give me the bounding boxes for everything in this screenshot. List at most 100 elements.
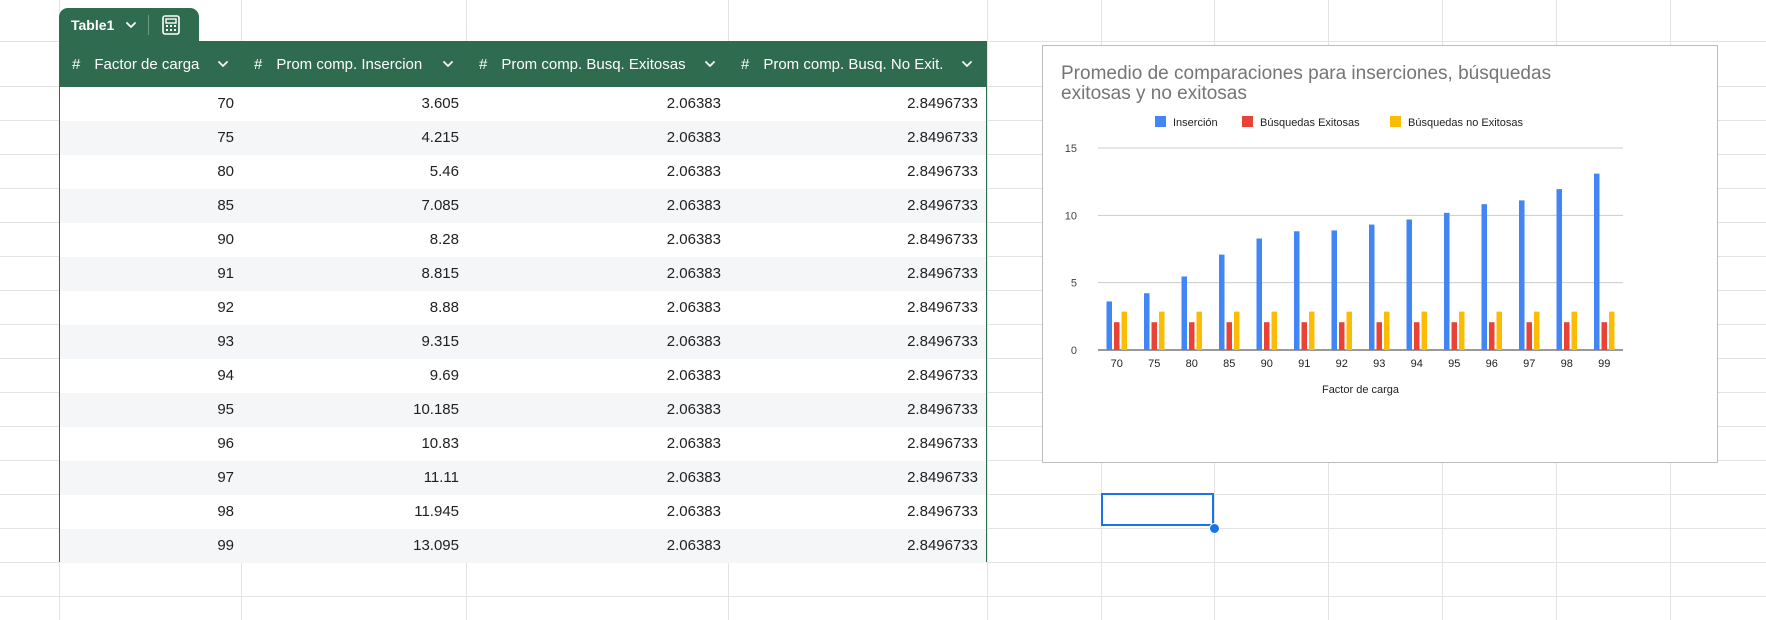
table-cell[interactable]: 2.8496733 [729,155,986,189]
column-header-3[interactable]: # Prom comp. Busq. Exitosas [467,42,729,87]
table-cell[interactable]: 2.06383 [467,223,729,257]
table-cell[interactable]: 2.8496733 [729,223,986,257]
bar [1219,254,1225,350]
bar [1339,322,1345,350]
table-cell[interactable]: 95 [60,393,242,427]
table-cell[interactable]: 2.8496733 [729,87,986,121]
table-cell[interactable]: 2.06383 [467,155,729,189]
table-cell[interactable]: 2.06383 [467,427,729,461]
table-cell[interactable]: 94 [60,359,242,393]
table-cell[interactable]: 11.945 [242,495,467,529]
table-cell[interactable]: 3.605 [242,87,467,121]
x-tick-label: 98 [1561,358,1573,370]
table-cell[interactable]: 4.215 [242,121,467,155]
table-cell[interactable]: 2.8496733 [729,325,986,359]
calculator-icon[interactable] [160,14,182,36]
bar [1459,311,1465,350]
y-tick-label: 0 [1071,345,1077,357]
table-cell[interactable]: 85 [60,189,242,223]
table-cell[interactable]: 2.06383 [467,189,729,223]
table-cell[interactable]: 2.06383 [467,359,729,393]
table-cell[interactable]: 99 [60,529,242,563]
column-header-4[interactable]: # Prom comp. Busq. No Exit. [729,42,986,87]
chevron-down-icon[interactable] [124,18,138,32]
chart-canvas: 0 5 10 15 70 75 80 85 90 91 92 93 94 95 96 97 98 99 Factor… [1065,116,1623,396]
column-header-label: Prom comp. Busq. Exitosas [501,56,686,73]
table-cell[interactable]: 70 [60,87,242,121]
x-tick-label: 70 [1111,358,1123,370]
table-cell[interactable]: 5.46 [242,155,467,189]
table-cell[interactable]: 2.8496733 [729,495,986,529]
table-cell[interactable]: 9.69 [242,359,467,393]
table-row: 75 4.215 2.06383 2.8496733 [60,121,986,155]
table-cell[interactable]: 80 [60,155,242,189]
table-row: 85 7.085 2.06383 2.8496733 [60,189,986,223]
chevron-down-icon[interactable] [703,57,717,71]
fill-handle[interactable] [1209,523,1220,534]
bar [1151,322,1157,350]
table-cell[interactable]: 96 [60,427,242,461]
table-cell[interactable]: 2.8496733 [729,359,986,393]
selected-cell[interactable] [1101,493,1214,526]
table-cell[interactable]: 2.8496733 [729,189,986,223]
bar [1526,322,1532,350]
table-cell[interactable]: 2.06383 [467,393,729,427]
table-cell[interactable]: 2.8496733 [729,257,986,291]
table-cell[interactable]: 91 [60,257,242,291]
table-cell[interactable]: 10.83 [242,427,467,461]
table-cell[interactable]: 13.095 [242,529,467,563]
table-cell[interactable]: 2.8496733 [729,121,986,155]
table-cell[interactable]: 2.06383 [467,121,729,155]
x-tick-label: 80 [1186,358,1198,370]
table-cell[interactable]: 2.06383 [467,291,729,325]
table-cell[interactable]: 98 [60,495,242,529]
column-header-label: Prom comp. Busq. No Exit. [763,56,944,73]
x-tick-label: 99 [1598,358,1610,370]
table-tab[interactable]: Table1 [59,8,199,41]
table-row: 96 10.83 2.06383 2.8496733 [60,427,986,461]
bar [1346,311,1352,350]
table-cell[interactable]: 75 [60,121,242,155]
x-tick-label: 94 [1411,358,1423,370]
table-row: 80 5.46 2.06383 2.8496733 [60,155,986,189]
table-cell[interactable]: 11.11 [242,461,467,495]
table-cell[interactable]: 92 [60,291,242,325]
bar [1271,311,1277,350]
table-cell[interactable]: 9.315 [242,325,467,359]
bar [1369,224,1375,350]
table-row: 90 8.28 2.06383 2.8496733 [60,223,986,257]
chevron-down-icon[interactable] [441,57,455,71]
chevron-down-icon[interactable] [216,57,230,71]
column-header-label: Prom comp. Insercion [276,56,423,73]
table-cell[interactable]: 2.8496733 [729,291,986,325]
table-cell[interactable]: 2.06383 [467,325,729,359]
table-cell[interactable]: 7.085 [242,189,467,223]
bar [1189,322,1195,350]
column-header-1[interactable]: # Factor de carga [60,42,242,87]
table-cell[interactable]: 2.06383 [467,87,729,121]
table-cell[interactable]: 2.06383 [467,461,729,495]
table-cell[interactable]: 10.185 [242,393,467,427]
table-cell[interactable]: 8.815 [242,257,467,291]
table-cell[interactable]: 97 [60,461,242,495]
x-tick-label: 92 [1336,358,1348,370]
table-name[interactable]: Table1 [59,17,114,33]
bar-chart[interactable]: Promedio de comparaciones para insercion… [1042,45,1718,463]
table-cell[interactable]: 2.06383 [467,495,729,529]
column-header-2[interactable]: # Prom comp. Insercion [242,42,467,87]
table-cell[interactable]: 93 [60,325,242,359]
data-table[interactable]: # Factor de carga # Prom comp. Insercion # Pr… [59,41,987,563]
table-cell[interactable]: 2.06383 [467,529,729,563]
table-cell[interactable]: 8.88 [242,291,467,325]
chevron-down-icon[interactable] [960,57,974,71]
table-cell[interactable]: 2.8496733 [729,427,986,461]
table-cell[interactable]: 90 [60,223,242,257]
table-cell[interactable]: 2.8496733 [729,529,986,563]
bar [1226,322,1232,350]
table-cell[interactable]: 8.28 [242,223,467,257]
table-cell[interactable]: 2.8496733 [729,393,986,427]
table-cell[interactable]: 2.8496733 [729,461,986,495]
legend-swatch [1242,116,1253,127]
table-cell[interactable]: 2.06383 [467,257,729,291]
bar [1406,219,1412,350]
